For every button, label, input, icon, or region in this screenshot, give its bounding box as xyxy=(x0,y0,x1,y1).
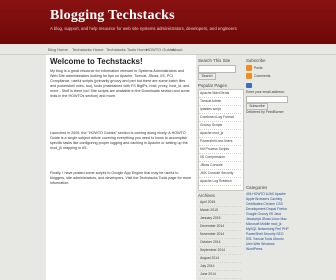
subscribe-heading: Subscribe xyxy=(246,58,266,63)
list-divider xyxy=(199,230,241,231)
list-divider xyxy=(199,169,241,170)
list-divider xyxy=(199,222,241,223)
nav-techstacks-home[interactable]: Techstacks Home xyxy=(72,47,104,52)
nav-about[interactable]: About xyxy=(172,47,182,52)
popular-page-link[interactable]: IIS Compression xyxy=(200,155,225,159)
list-divider xyxy=(199,161,241,162)
categories-heading: Categories xyxy=(246,185,268,190)
archive-link[interactable]: March 2015 xyxy=(200,208,218,212)
search-heading: Search This Site xyxy=(198,58,231,63)
archive-link[interactable]: July 2014 xyxy=(200,264,215,268)
archive-link[interactable]: August 2014 xyxy=(200,256,219,260)
tag-cloud[interactable]: 404 HOWTO AJAX Apache Apple Browsers Cac… xyxy=(246,192,290,252)
list-divider xyxy=(199,262,241,263)
list-divider xyxy=(199,153,241,154)
popular-heading: Popular Pages xyxy=(198,83,227,88)
archive-link[interactable]: January 2015 xyxy=(200,216,221,220)
subscribe-comments-link[interactable]: Comments xyxy=(254,74,270,78)
list-divider xyxy=(199,206,241,207)
post-paragraph: Launched in 2005, the "HOWTO Guides" sec… xyxy=(50,131,188,150)
list-divider xyxy=(199,177,241,178)
rss-icon[interactable] xyxy=(246,65,252,71)
subscribe-posts-link[interactable]: Posts xyxy=(254,66,262,70)
post-paragraph: My blog is a great resource for informat… xyxy=(50,69,190,98)
rss-icon[interactable] xyxy=(246,73,252,79)
list-divider xyxy=(199,185,241,186)
search-input[interactable] xyxy=(198,65,236,73)
popular-page-link[interactable]: Iptables script xyxy=(200,107,221,111)
list-divider xyxy=(199,121,241,122)
list-divider xyxy=(199,214,241,215)
archive-link[interactable]: September 2014 xyxy=(200,248,225,252)
nav-blog-home[interactable]: Blog Home xyxy=(48,47,68,52)
list-divider xyxy=(199,270,241,271)
site-header: Blogging Techstacks A blog, support, and… xyxy=(0,0,336,44)
archives-heading: Archives xyxy=(198,193,215,198)
list-divider xyxy=(199,254,241,255)
archive-link[interactable]: April 2015 xyxy=(200,200,215,204)
list-divider xyxy=(199,105,241,106)
list-divider xyxy=(199,137,241,138)
sidebar: Search This Site Search Popular Pages Ar… xyxy=(196,55,292,280)
popular-page-link[interactable]: Tomcat Admin xyxy=(200,99,221,103)
nav-howto-guides[interactable]: HOWTO Guides xyxy=(146,47,175,52)
site-tagline: A blog, support, and help resource for w… xyxy=(50,26,237,31)
archive-link[interactable]: June 2014 xyxy=(200,272,216,276)
list-divider xyxy=(199,238,241,239)
email-icon xyxy=(246,83,252,88)
archive-link[interactable]: October 2014 xyxy=(200,240,221,244)
popular-page-link[interactable]: Apache mod_jk xyxy=(200,131,223,135)
popular-page-link[interactable]: Apache Log Rotation xyxy=(200,179,232,183)
popular-page-link[interactable]: JBoss Console xyxy=(200,163,223,167)
post-paragraph: Finally, I have posted some scripts to G… xyxy=(50,171,192,185)
main-content: Welcome to Techstacks! My blog is a grea… xyxy=(46,55,196,280)
list-divider xyxy=(199,97,241,98)
list-divider xyxy=(199,145,241,146)
popular-page-link[interactable]: Apache MaxClients xyxy=(200,91,229,95)
list-divider xyxy=(199,246,241,247)
delivered-by-label: Delivered by FeedBurner xyxy=(246,110,284,114)
archive-link[interactable]: December 2014 xyxy=(200,224,224,228)
site-title[interactable]: Blogging Techstacks xyxy=(50,8,175,24)
popular-page-link[interactable]: Combined Log Format xyxy=(200,115,234,119)
popular-page-link[interactable]: JMX Console Security xyxy=(200,171,233,175)
list-divider xyxy=(199,129,241,130)
subscribe-button[interactable]: Subscribe xyxy=(246,103,268,110)
email-label: Enter your email address: xyxy=(246,90,285,94)
popular-page-link[interactable]: Groovy Scripts xyxy=(200,123,222,127)
list-divider xyxy=(199,278,241,279)
list-divider xyxy=(199,113,241,114)
archive-link[interactable]: November 2014 xyxy=(200,232,224,236)
search-button[interactable]: Search xyxy=(198,73,216,80)
nav-tools-home[interactable]: Techstacks Tools Home xyxy=(106,47,148,52)
post-title: Welcome to Techstacks! xyxy=(50,57,143,66)
popular-page-link[interactable]: Powershell one-liners xyxy=(200,139,232,143)
email-field[interactable] xyxy=(246,96,288,103)
nav-bar: Blog Home Techstacks Home Techstacks Too… xyxy=(0,44,336,55)
popular-page-link[interactable]: Kill Process Scripts xyxy=(200,147,229,151)
